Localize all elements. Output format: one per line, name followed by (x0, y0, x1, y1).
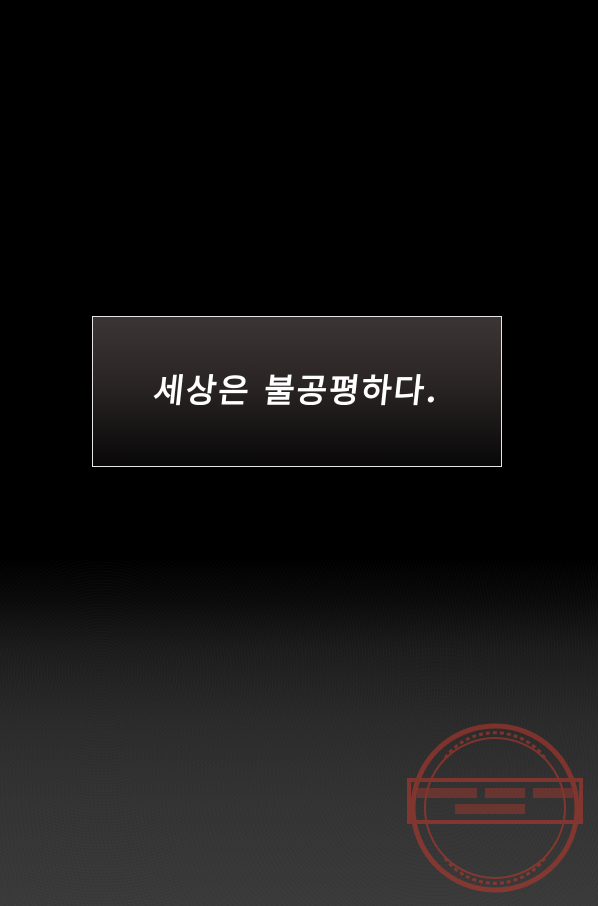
narration-text: 세상은 불공평하다. (151, 370, 442, 410)
watermark-stamp-icon (407, 723, 583, 893)
narration-box: 세상은 불공평하다. (92, 316, 502, 467)
comic-panel: 세상은 불공평하다. (0, 0, 598, 906)
